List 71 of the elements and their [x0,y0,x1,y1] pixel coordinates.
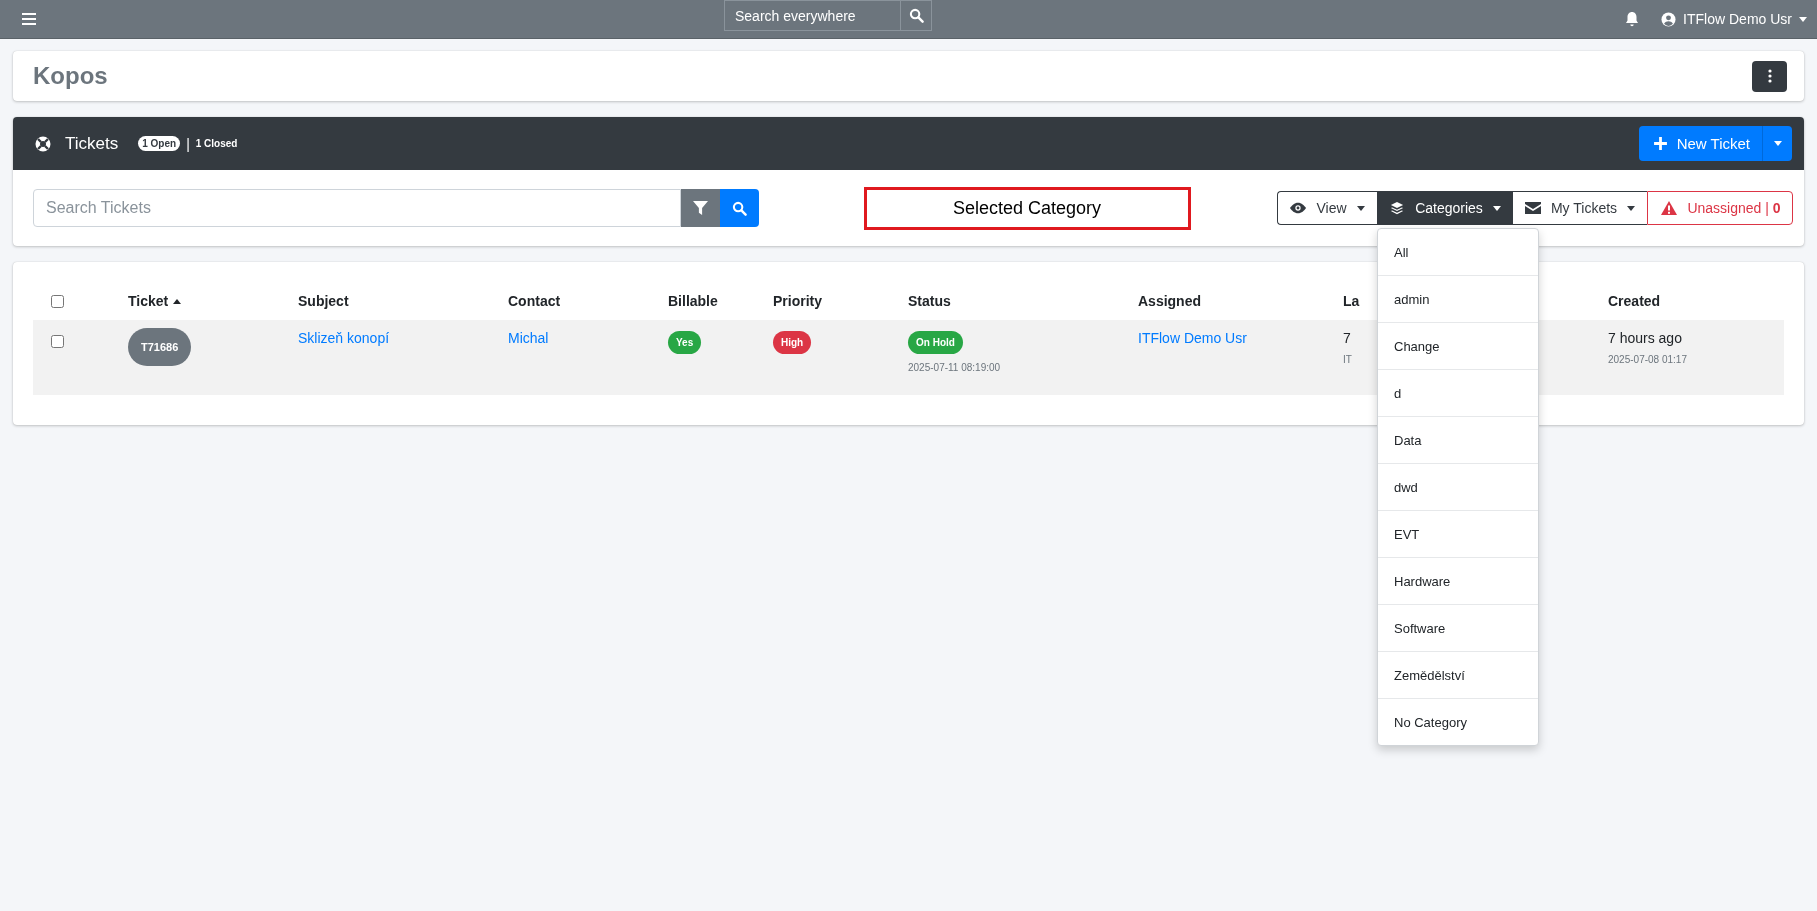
column-header[interactable]: Billable [668,293,718,309]
caret-icon [1799,16,1807,22]
menu-item[interactable]: Software [1378,605,1538,652]
more-button[interactable] [1752,60,1787,92]
menu-item[interactable]: Data [1378,417,1538,464]
search-icon [732,200,747,216]
bell-icon[interactable] [1625,11,1640,27]
last-response-by: IT [1343,354,1352,365]
column-header[interactable]: Contact [508,293,561,309]
assignee-link[interactable]: ITFlow Demo Usr [1138,330,1247,346]
row-checkbox[interactable] [51,335,64,348]
menu-item[interactable]: Change [1378,323,1538,370]
created-date: 2025-07-08 01:17 [1608,354,1687,365]
ticket-search-field[interactable]: Search Tickets [33,189,681,227]
menu-item[interactable]: EVT [1378,511,1538,558]
menu-item[interactable]: All [1378,229,1538,276]
priority-badge: High [773,331,812,354]
filter-dropdown-button[interactable]: My Tickets [1512,191,1647,225]
more-icon [1767,69,1772,83]
open-count[interactable]: 1 Open [138,136,181,151]
caret-icon [1627,205,1636,211]
separator: | [186,135,190,152]
caret-icon [1773,141,1782,146]
menu-icon[interactable] [22,13,36,25]
column-header[interactable]: Status [908,293,951,309]
status-badge: On Hold [908,331,963,354]
created-time: 7 hours ago [1608,330,1682,346]
search-button[interactable] [720,189,759,227]
column-header[interactable]: Priority [773,293,822,309]
caret-icon [1356,205,1365,211]
caret-icon [1492,205,1501,211]
user-icon [1661,11,1677,27]
envelope-icon [1524,201,1541,215]
column-header[interactable]: Created [1608,293,1661,309]
last-response-time: 7 [1343,330,1351,346]
menu-item[interactable]: admin [1378,276,1538,323]
select-all-checkbox[interactable] [51,294,64,308]
menu-item[interactable]: No Category [1378,699,1538,745]
contact-link[interactable]: Michal [508,330,549,346]
column-header[interactable]: Subject [298,293,349,309]
search-button[interactable] [900,0,932,31]
plus-icon [1652,136,1668,151]
sort-icon [173,298,182,304]
ticket-subject-link[interactable]: Sklizeň konopí [298,330,390,346]
ticket-number[interactable]: T71686 [128,328,192,366]
global-search-field[interactable]: Search everywhere [724,0,900,31]
new-ticket-dropdown-toggle[interactable] [1762,126,1792,161]
closed-count[interactable]: 1 Closed [195,138,238,149]
status-date: 2025-07-11 08:19:00 [908,362,1001,373]
eye-icon [1290,201,1307,215]
client-name: Kopos [33,62,108,90]
warning-icon [1661,201,1678,215]
column-header[interactable]: Ticket [128,293,182,309]
billable-badge: Yes [668,331,702,354]
filter-button[interactable] [681,189,720,227]
menu-item[interactable]: Hardware [1378,558,1538,605]
search-icon [908,8,924,23]
unassigned-button[interactable]: Unassigned | 0 [1647,191,1793,225]
menu-item[interactable]: Zemědělství [1378,652,1538,699]
filter-dropdown-button[interactable]: Categories [1377,191,1512,225]
user-menu[interactable]: ITFlow Demo Usr [1661,11,1807,27]
filter-dropdown-button[interactable]: View [1277,191,1377,225]
menu-item[interactable]: d [1378,370,1538,417]
filter-icon [693,200,708,216]
new-ticket-button[interactable]: New Ticket [1638,126,1762,161]
menu-item[interactable]: dwd [1378,464,1538,511]
life-ring-icon [35,135,51,152]
annotation-box: Selected Category [863,186,1191,230]
column-header[interactable]: Assigned [1138,293,1201,309]
column-header[interactable]: La [1343,293,1360,309]
panel-title: Tickets [65,133,119,154]
